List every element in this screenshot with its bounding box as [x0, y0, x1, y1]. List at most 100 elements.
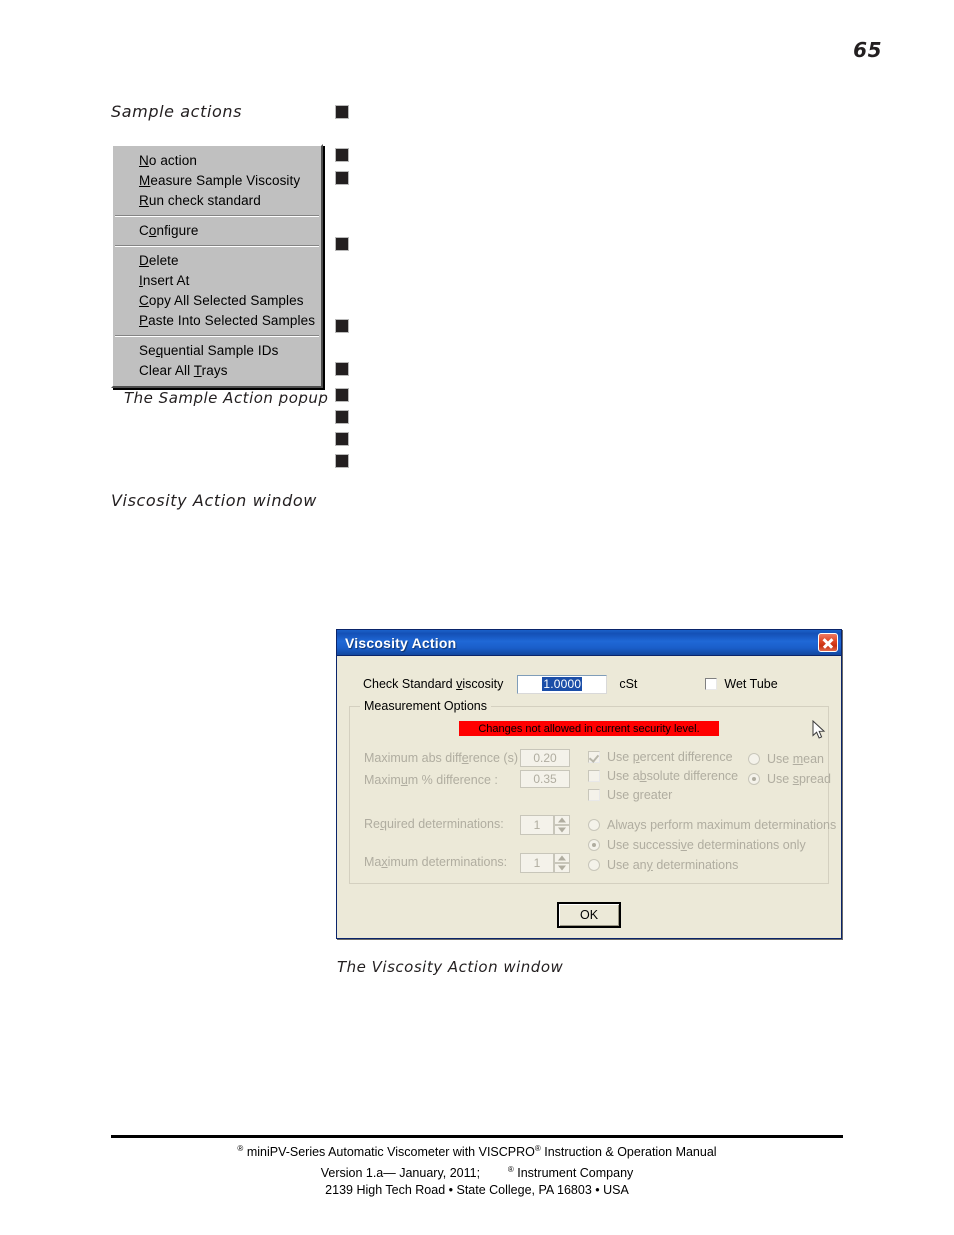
max-pct-difference-input[interactable]: 0.35	[520, 770, 570, 788]
radio-dot[interactable]	[748, 773, 760, 785]
checkbox-label: Use percent difference	[607, 749, 733, 764]
determinations-block: Required determinations: 1 Maximum deter…	[350, 815, 836, 875]
security-warning-banner: Changes not allowed in current security …	[459, 721, 719, 736]
menu-separator	[115, 245, 319, 247]
statistic-radio[interactable]: Use spread	[748, 769, 831, 789]
statistic-radio[interactable]: Use mean	[748, 749, 831, 769]
check-standard-viscosity-input[interactable]: 1.0000	[517, 674, 608, 694]
radio-label: Use mean	[767, 752, 824, 766]
determination-radio-column: Always perform maximum determinations Use…	[588, 815, 836, 875]
footer-divider	[111, 1135, 843, 1138]
maximum-determinations-stepper[interactable]: 1	[520, 853, 570, 873]
heading-sample-actions: Sample actions	[111, 102, 243, 121]
viscosity-unit-label: cSt	[619, 677, 638, 691]
wet-tube-checkbox-box[interactable]	[705, 678, 718, 690]
square-bullet	[336, 320, 348, 332]
square-bullet	[336, 149, 348, 161]
menu-item[interactable]: Configure	[113, 221, 321, 241]
menu-item[interactable]: Measure Sample Viscosity	[113, 171, 321, 191]
determination-radio[interactable]: Use any determinations	[588, 855, 836, 875]
difference-checkbox[interactable]: Use percent difference	[588, 747, 738, 766]
ok-button[interactable]: OK	[557, 902, 621, 928]
radio-label: Use any determinations	[607, 858, 739, 872]
check-standard-row: Check Standard viscosity 1.0000 cSt Wet …	[337, 672, 841, 696]
checkbox-label: Use absolute difference	[607, 768, 739, 783]
heading-viscosity-action-window: Viscosity Action window	[111, 491, 317, 510]
difference-options-block: Maximum abs difference (s) : 0.20 Maximu…	[350, 747, 831, 804]
square-bullet	[336, 363, 348, 375]
radio-label: Always perform maximum determinations	[607, 818, 837, 832]
menu-group: No action Measure Sample Viscosity Run che…	[113, 149, 321, 213]
menu-group: Delete Insert At Copy All Selected Samples…	[113, 249, 321, 333]
square-bullet	[336, 389, 348, 401]
maximum-determinations-spin-buttons[interactable]	[554, 853, 570, 873]
required-determinations-spin-buttons[interactable]	[554, 815, 570, 835]
menu-item[interactable]: Delete	[113, 251, 321, 271]
square-bullet	[336, 433, 348, 445]
menu-group: Configure	[113, 219, 321, 243]
menu-separator	[115, 335, 319, 337]
maximum-determinations-label: Maximum determinations:	[364, 855, 508, 869]
difference-checkbox[interactable]: Use greater	[588, 785, 738, 804]
footer-line-3: 2139 High Tech Road • State College, PA …	[325, 1183, 629, 1198]
difference-checkbox[interactable]: Use absolute difference	[588, 766, 738, 785]
measurement-options-title: Measurement Options	[360, 699, 491, 713]
square-bullet	[336, 455, 348, 467]
spin-up-icon[interactable]	[554, 853, 570, 863]
radio-dot[interactable]	[588, 839, 600, 851]
menu-item[interactable]: Clear All Trays	[113, 361, 321, 381]
sample-action-popup-menu[interactable]: No action Measure Sample Viscosity Run che…	[111, 144, 323, 388]
caption-sample-action-popup: The Sample Action popup	[124, 389, 329, 407]
statistic-radio-column: Use mean Use spread	[748, 749, 831, 789]
footer-line-1: ® miniPV-Series Automatic Viscometer wit…	[237, 1144, 717, 1160]
square-bullet	[336, 238, 348, 250]
checkbox-box[interactable]	[588, 788, 600, 801]
determination-radio[interactable]: Always perform maximum determinations	[588, 815, 836, 835]
measurement-options-group: Measurement Options Changes not allowed …	[349, 699, 836, 884]
checkbox-box[interactable]	[588, 769, 600, 782]
menu-group: Sequential Sample IDs Clear All Trays	[113, 339, 321, 383]
radio-dot[interactable]	[588, 819, 600, 831]
page-number: 65	[853, 38, 882, 62]
menu-item[interactable]: Run check standard	[113, 191, 321, 211]
dialog-title: Viscosity Action	[345, 634, 457, 651]
required-determinations-input[interactable]: 1	[520, 815, 554, 835]
spin-up-icon[interactable]	[554, 815, 570, 825]
menu-item[interactable]: No action	[113, 151, 321, 171]
square-bullet	[336, 106, 348, 118]
radio-dot[interactable]	[748, 753, 760, 765]
footer-line-2: Version 1.a— January, 2011; ® Instrument…	[320, 1165, 634, 1181]
maximum-determinations-input[interactable]: 1	[520, 853, 554, 873]
check-standard-viscosity-value: 1.0000	[542, 677, 583, 691]
checkbox-label: Use greater	[607, 787, 673, 802]
max-pct-difference-label: Maximum % difference :	[364, 773, 498, 787]
square-bullet	[336, 411, 348, 423]
radio-label: Use spread	[767, 772, 831, 786]
caption-viscosity-action-window: The Viscosity Action window	[337, 958, 564, 976]
max-abs-difference-label: Maximum abs difference (s) :	[364, 751, 525, 765]
radio-dot[interactable]	[588, 859, 600, 871]
wet-tube-label: Wet Tube	[724, 677, 778, 691]
check-standard-label: Check Standard viscosity	[363, 677, 504, 691]
spin-down-icon[interactable]	[554, 825, 570, 835]
required-determinations-label: Required determinations:	[364, 817, 504, 831]
determination-radio[interactable]: Use successive determinations only	[588, 835, 836, 855]
spin-down-icon[interactable]	[554, 863, 570, 873]
wet-tube-checkbox[interactable]: Wet Tube	[705, 677, 778, 691]
max-abs-difference-input[interactable]: 0.20	[520, 749, 570, 767]
checkbox-box[interactable]	[588, 750, 600, 763]
square-bullet	[336, 172, 348, 184]
required-determinations-stepper[interactable]: 1	[520, 815, 570, 835]
dialog-titlebar[interactable]: Viscosity Action	[337, 630, 841, 656]
menu-separator	[115, 215, 319, 217]
menu-item[interactable]: Paste Into Selected Samples	[113, 311, 321, 331]
menu-item[interactable]: Sequential Sample IDs	[113, 341, 321, 361]
viscosity-action-dialog: Viscosity Action Check Standard viscosit…	[336, 629, 842, 939]
dialog-body: Check Standard viscosity 1.0000 cSt Wet …	[337, 656, 841, 938]
close-icon[interactable]	[818, 633, 838, 652]
radio-label: Use successive determinations only	[607, 838, 806, 852]
menu-item[interactable]: Insert At	[113, 271, 321, 291]
menu-item[interactable]: Copy All Selected Samples	[113, 291, 321, 311]
difference-checkbox-column: Use percent difference Use absolute diffe…	[588, 747, 738, 804]
footer: ® miniPV-Series Automatic Viscometer wit…	[0, 1140, 954, 1199]
